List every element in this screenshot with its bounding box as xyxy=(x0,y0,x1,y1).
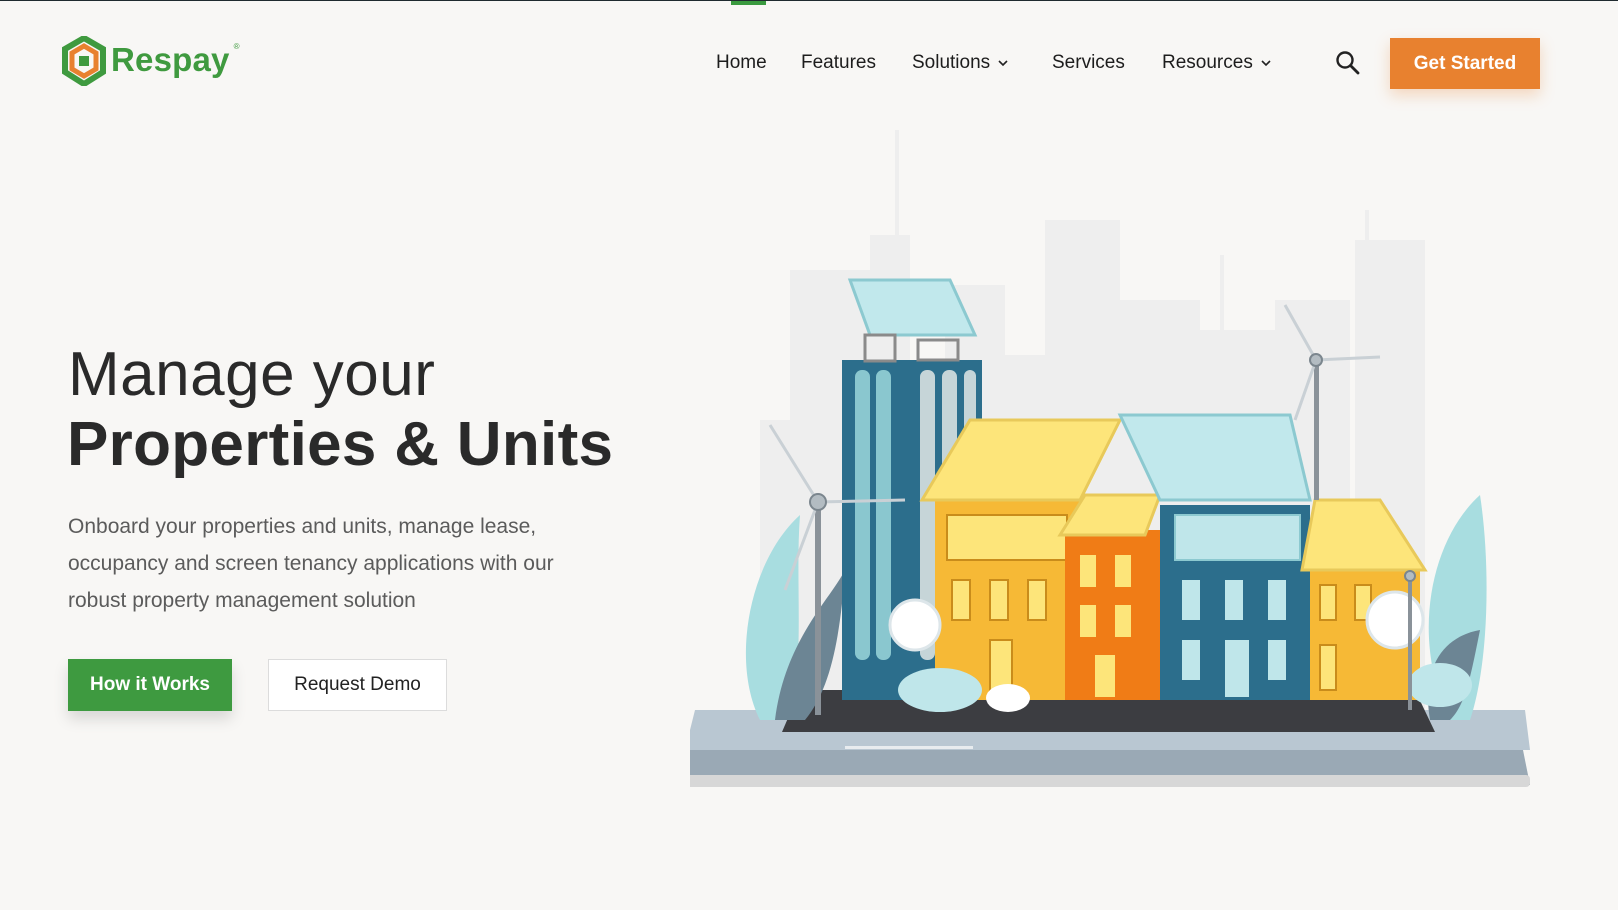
house-window xyxy=(1182,640,1200,680)
nav-features[interactable]: Features xyxy=(801,52,876,74)
house-door xyxy=(1225,640,1249,697)
tree-round xyxy=(1365,590,1425,650)
right-wind-turbine xyxy=(1314,360,1319,500)
turbine-hub xyxy=(1309,353,1323,367)
nav-home-label: Home xyxy=(716,52,767,73)
turbine-blade xyxy=(817,498,906,504)
house-window xyxy=(951,579,971,621)
main-navigation: Home Features Solutions Services Resourc… xyxy=(0,52,1618,82)
house-door xyxy=(1095,655,1115,697)
platform-shadow xyxy=(690,775,1530,787)
tower-column xyxy=(855,370,870,660)
shrub xyxy=(986,684,1030,712)
house-window xyxy=(1027,579,1047,621)
nav-resources-label: Resources xyxy=(1162,52,1253,73)
nav-solutions-label: Solutions xyxy=(912,52,991,73)
hero-description: Onboard your properties and units, manag… xyxy=(68,515,554,612)
city-buildings-illustration xyxy=(690,130,1530,787)
shrub xyxy=(1408,663,1472,707)
tree-round xyxy=(888,598,942,652)
house-window xyxy=(1319,584,1337,621)
small-wind-turbine xyxy=(1408,575,1412,710)
request-demo-button[interactable]: Request Demo xyxy=(268,659,447,711)
house-window xyxy=(1115,605,1131,637)
shrub xyxy=(898,668,982,712)
tower-column xyxy=(876,370,891,660)
platform-stripe xyxy=(845,746,973,749)
hero-title-light: Manage your xyxy=(68,340,436,409)
nav-services-label: Services xyxy=(1052,52,1125,73)
house-window xyxy=(1080,605,1096,637)
left-wind-turbine xyxy=(815,500,821,715)
house-door xyxy=(1319,644,1337,691)
house-window xyxy=(1225,580,1243,620)
house-window xyxy=(1182,580,1200,620)
house-window xyxy=(1174,514,1301,561)
chevron-down-icon xyxy=(1261,60,1271,67)
search-icon[interactable] xyxy=(1335,50,1361,76)
turbine-hub xyxy=(1404,570,1416,582)
nav-home[interactable]: Home xyxy=(716,52,767,74)
how-it-works-button[interactable]: How it Works xyxy=(68,659,232,711)
hero-title-bold: Properties & Units xyxy=(67,410,614,479)
house-window xyxy=(989,579,1009,621)
nav-resources[interactable]: Resources xyxy=(1162,52,1271,74)
registered-mark: ® xyxy=(233,42,240,51)
top-border xyxy=(0,0,1618,1)
nav-features-label: Features xyxy=(801,52,876,73)
house-window xyxy=(1080,555,1096,587)
house-window xyxy=(1268,580,1286,620)
get-started-button[interactable]: Get Started xyxy=(1390,38,1540,89)
house-window xyxy=(1115,555,1131,587)
nav-services[interactable]: Services xyxy=(1052,52,1125,74)
house-window xyxy=(946,514,1068,561)
turbine-hub xyxy=(809,493,827,511)
house-window xyxy=(1268,640,1286,680)
active-indicator xyxy=(731,1,766,5)
nav-solutions[interactable]: Solutions xyxy=(912,52,1008,74)
chevron-down-icon xyxy=(998,60,1008,67)
